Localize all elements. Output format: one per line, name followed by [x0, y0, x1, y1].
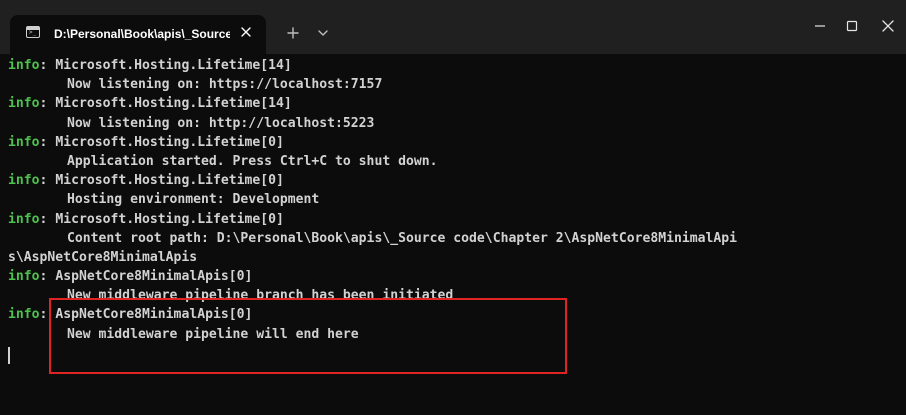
log-level-info: info: [8, 307, 40, 323]
minimize-icon: [815, 25, 825, 27]
log-level-info: info: [8, 173, 40, 189]
close-icon: [882, 20, 894, 32]
minimize-button[interactable]: [806, 12, 834, 40]
log-text: : Microsoft.Hosting.Lifetime[0]: [39, 173, 284, 189]
tab-close-button[interactable]: [235, 21, 257, 43]
log-text: : AspNetCore8MinimalApis[0]: [39, 269, 253, 285]
log-text: Content root path: D:\Personal\Book\apis…: [67, 230, 738, 246]
chevron-down-icon: [318, 30, 328, 36]
terminal-window: >_ D:\Personal\Book\apis\_Source info: M…: [0, 0, 906, 415]
log-text: : Microsoft.Hosting.Lifetime[14]: [39, 96, 292, 112]
terminal-line: info: Microsoft.Hosting.Lifetime[0]: [8, 133, 898, 152]
log-text: : Microsoft.Hosting.Lifetime[0]: [39, 211, 284, 227]
window-close-button[interactable]: [874, 12, 902, 40]
log-text: : Microsoft.Hosting.Lifetime[0]: [39, 134, 284, 150]
terminal-line: Now listening on: http://localhost:5223: [8, 114, 898, 133]
close-icon: [241, 27, 251, 37]
log-text: Hosting environment: Development: [67, 192, 320, 208]
terminal-line: info: Microsoft.Hosting.Lifetime[0]: [8, 171, 898, 190]
maximize-button[interactable]: [838, 12, 866, 40]
title-bar[interactable]: >_ D:\Personal\Book\apis\_Source: [0, 0, 906, 54]
tab-dropdown-button[interactable]: [310, 20, 336, 46]
log-text: : Microsoft.Hosting.Lifetime[14]: [39, 58, 292, 73]
terminal-icon: >_: [26, 26, 40, 38]
terminal-line: Hosting environment: Development: [8, 190, 898, 209]
terminal-line: Now listening on: https://localhost:7157: [8, 75, 898, 94]
terminal-line: s\AspNetCore8MinimalApis: [8, 248, 898, 267]
log-text: s\AspNetCore8MinimalApis: [8, 249, 198, 265]
highlight-annotation-box: [49, 298, 567, 374]
log-level-info: info: [8, 58, 40, 73]
log-text: Now listening on: http://localhost:5223: [67, 115, 375, 131]
plus-icon: [287, 27, 299, 39]
log-level-info: info: [8, 96, 40, 112]
tab-title: D:\Personal\Book\apis\_Source: [54, 27, 230, 41]
terminal-line: info: AspNetCore8MinimalApis[0]: [8, 267, 898, 286]
new-tab-button[interactable]: [280, 20, 306, 46]
terminal-line: info: Microsoft.Hosting.Lifetime[14]: [8, 94, 898, 113]
log-level-info: info: [8, 269, 40, 285]
terminal-line: Application started. Press Ctrl+C to shu…: [8, 152, 898, 171]
text-cursor: [8, 346, 10, 364]
terminal-line: Content root path: D:\Personal\Book\apis…: [8, 229, 898, 248]
terminal-tab[interactable]: >_ D:\Personal\Book\apis\_Source: [10, 15, 266, 54]
log-text: Application started. Press Ctrl+C to shu…: [67, 153, 438, 169]
terminal-line: info: Microsoft.Hosting.Lifetime[14]: [8, 56, 898, 75]
maximize-icon: [846, 20, 858, 32]
log-text: Now listening on: https://localhost:7157: [67, 77, 383, 93]
log-level-info: info: [8, 134, 40, 150]
terminal-line: info: Microsoft.Hosting.Lifetime[0]: [8, 210, 898, 229]
log-level-info: info: [8, 211, 40, 227]
